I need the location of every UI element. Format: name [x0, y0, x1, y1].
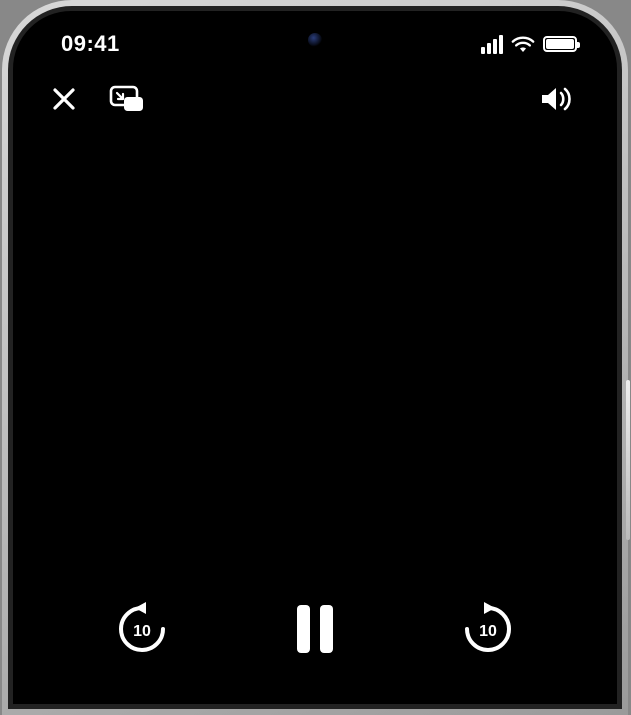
picture-in-picture-button[interactable] — [109, 85, 145, 113]
wifi-icon — [511, 35, 535, 53]
skip-back-icon: 10 — [113, 600, 171, 658]
picture-in-picture-icon — [109, 85, 145, 113]
volume-icon — [539, 85, 575, 113]
cellular-signal-icon — [481, 35, 503, 54]
status-bar: 09:41 — [13, 29, 617, 59]
skip-forward-label: 10 — [479, 623, 497, 640]
skip-back-label: 10 — [133, 623, 151, 640]
battery-icon — [543, 36, 577, 52]
close-button[interactable] — [51, 86, 77, 112]
video-player-screen: 09:41 — [13, 11, 617, 704]
close-icon — [51, 86, 77, 112]
volume-button[interactable] — [539, 85, 575, 113]
pause-icon — [291, 601, 339, 657]
pause-button[interactable] — [291, 601, 339, 657]
skip-forward-icon: 10 — [459, 600, 517, 658]
skip-forward-10-button[interactable]: 10 — [459, 600, 517, 658]
skip-back-10-button[interactable]: 10 — [113, 600, 171, 658]
status-time: 09:41 — [61, 31, 120, 57]
